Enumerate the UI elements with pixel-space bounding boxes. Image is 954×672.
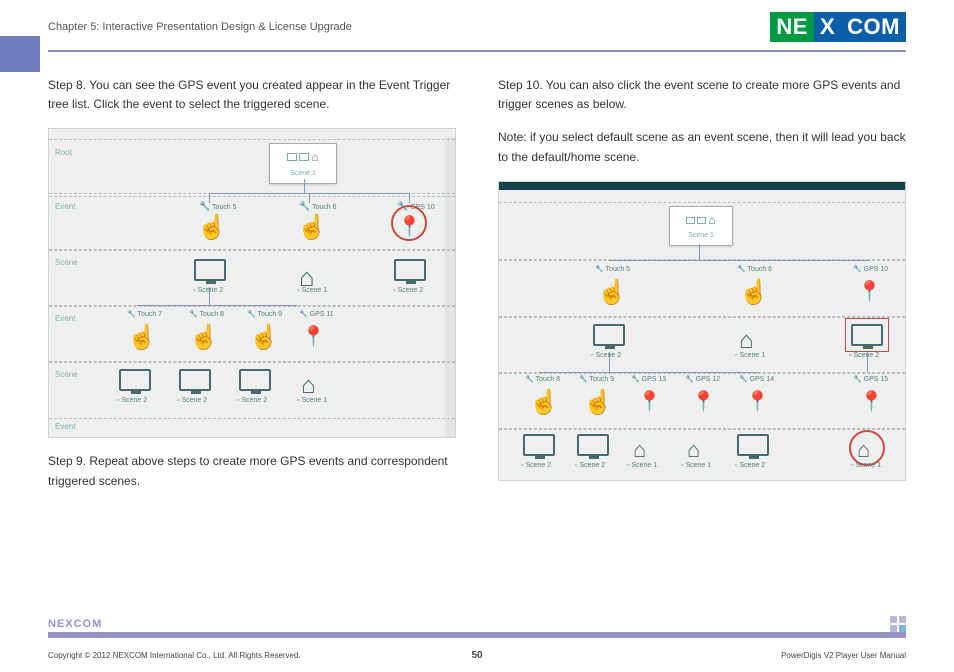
step-9-text: Step 9. Repeat above steps to create mor… <box>48 452 456 490</box>
touch-icon[interactable]: ☝ <box>529 384 559 422</box>
screenshot-step-10: ⌂ Scene 1 ☝ 🔧 Touch 5 ☝ 🔧 Touch 6 📍 🔧 GP… <box>498 181 906 481</box>
touch9-label: 🔧 Touch 9 <box>579 374 614 385</box>
touch6-label: 🔧 Touch 6 <box>299 199 337 213</box>
touch-icon[interactable]: ☝ <box>249 319 279 357</box>
footer-squares-icon <box>890 616 906 632</box>
screenshot-titlebar <box>499 182 905 190</box>
touch-icon[interactable]: ☝ <box>189 319 219 357</box>
monitor-icon[interactable] <box>523 434 555 456</box>
logo-part-com: COM <box>841 12 906 42</box>
screenshot-step-8: Root Event Scene Event Scene Event ⌂ Sce… <box>48 128 456 438</box>
touch5-label: 🔧 Touch 5 <box>199 199 237 213</box>
footer-logo: NEXCOM <box>48 618 102 630</box>
monitor-icon[interactable] <box>179 369 211 391</box>
gps12-label: 🔧 GPS 12 <box>685 374 720 385</box>
monitor-icon[interactable] <box>394 259 426 281</box>
gps-pin-icon[interactable]: 📍 <box>745 386 770 418</box>
scene1b-label: ▫ Scene 1 <box>297 395 327 406</box>
nexcom-logo: NEXCOM <box>770 12 906 42</box>
root-scene-box[interactable]: ⌂ Scene 1 <box>269 143 337 183</box>
touch7-label: 🔧 Touch 7 <box>127 309 162 320</box>
touch8-label: 🔧 Touch 8 <box>189 309 224 320</box>
touch-icon[interactable]: ☝ <box>739 274 769 312</box>
gps-pin-icon[interactable]: 📍 <box>301 321 326 353</box>
scenebl3: ▫ Scene 1 <box>627 460 657 471</box>
gps14-label: 🔧 GPS 14 <box>739 374 774 385</box>
gps11-label: 🔧 GPS 11 <box>299 309 334 320</box>
scene1a-label: ▫ Scene 1 <box>735 350 765 361</box>
manual-title: PowerDigis V2 Player User Manual <box>781 651 906 660</box>
step-8-text: Step 8. You can see the GPS event you cr… <box>48 76 456 114</box>
note-text: Note: if you select default scene as an … <box>498 128 906 166</box>
gps13-label: 🔧 GPS 13 <box>631 374 666 385</box>
left-column: Step 8. You can see the GPS event you cr… <box>48 76 456 505</box>
root-scene-box[interactable]: ⌂ Scene 1 <box>669 206 733 246</box>
scene2d-label: ▫ Scene 2 <box>177 395 207 406</box>
gps-pin-icon[interactable]: 📍 <box>637 386 662 418</box>
touch-icon[interactable]: ☝ <box>127 319 157 357</box>
scene2e-label: ▫ Scene 2 <box>237 395 267 406</box>
logo-part-x: X <box>814 12 841 42</box>
monitor-icon[interactable] <box>239 369 271 391</box>
touch6-label: 🔧 Touch 6 <box>737 264 772 275</box>
scenebl6: ▫ Scene 1 <box>851 460 881 471</box>
home-icon: ⌂ <box>311 148 318 167</box>
scenebl4: ▫ Scene 1 <box>681 460 711 471</box>
page-number: 50 <box>471 650 482 661</box>
chapter-title: Chapter 5: Interactive Presentation Desi… <box>48 21 352 33</box>
gps-pin-icon[interactable]: 📍 <box>859 386 884 418</box>
copyright-text: Copyright © 2012 NEXCOM International Co… <box>48 651 301 660</box>
step-10-text: Step 10. You can also click the event sc… <box>498 76 906 114</box>
scene2b-label: ▫ Scene 2 <box>849 350 879 361</box>
gps10-label: 🔧 GPS 10 <box>853 264 888 275</box>
scenebl5: ▫ Scene 2 <box>735 460 765 471</box>
right-column: Step 10. You can also click the event sc… <box>498 76 906 505</box>
gps15-label: 🔧 GPS 15 <box>853 374 888 385</box>
root-scene-label: Scene 1 <box>290 170 316 177</box>
corner-accent <box>0 36 40 72</box>
touch9-label: 🔧 Touch 9 <box>247 309 282 320</box>
gps-pin-icon[interactable]: 📍 <box>857 276 882 308</box>
scene2c-label: ▫ Scene 2 <box>117 395 147 406</box>
monitor-icon[interactable] <box>577 434 609 456</box>
root-scene-label: Scene 1 <box>688 232 714 239</box>
scenebl1: ▫ Scene 2 <box>521 460 551 471</box>
touch5-label: 🔧 Touch 5 <box>595 264 630 275</box>
gps-pin-icon[interactable]: 📍 <box>691 386 716 418</box>
logo-part-ne: NE <box>770 12 814 42</box>
scene1a-label: ▫ Scene 1 <box>297 285 327 296</box>
touch-icon[interactable]: ☝ <box>297 209 327 247</box>
touch8-label: 🔧 Touch 8 <box>525 374 560 385</box>
monitor-icon[interactable] <box>737 434 769 456</box>
home-icon: ⌂ <box>708 211 715 230</box>
highlight-box <box>845 318 889 352</box>
monitor-icon[interactable] <box>194 259 226 281</box>
monitor-icon[interactable] <box>593 324 625 346</box>
row-label-event3: Event <box>55 421 75 434</box>
scene2b-label: ▫ Scene 2 <box>393 285 423 296</box>
scenebl2: ▫ Scene 2 <box>575 460 605 471</box>
monitor-icon[interactable] <box>119 369 151 391</box>
footer-divider <box>48 632 906 638</box>
scene2a-label: ▫ Scene 2 <box>591 350 621 361</box>
touch-icon[interactable]: ☝ <box>583 384 613 422</box>
touch-icon[interactable]: ☝ <box>197 209 227 247</box>
touch-icon[interactable]: ☝ <box>597 274 627 312</box>
